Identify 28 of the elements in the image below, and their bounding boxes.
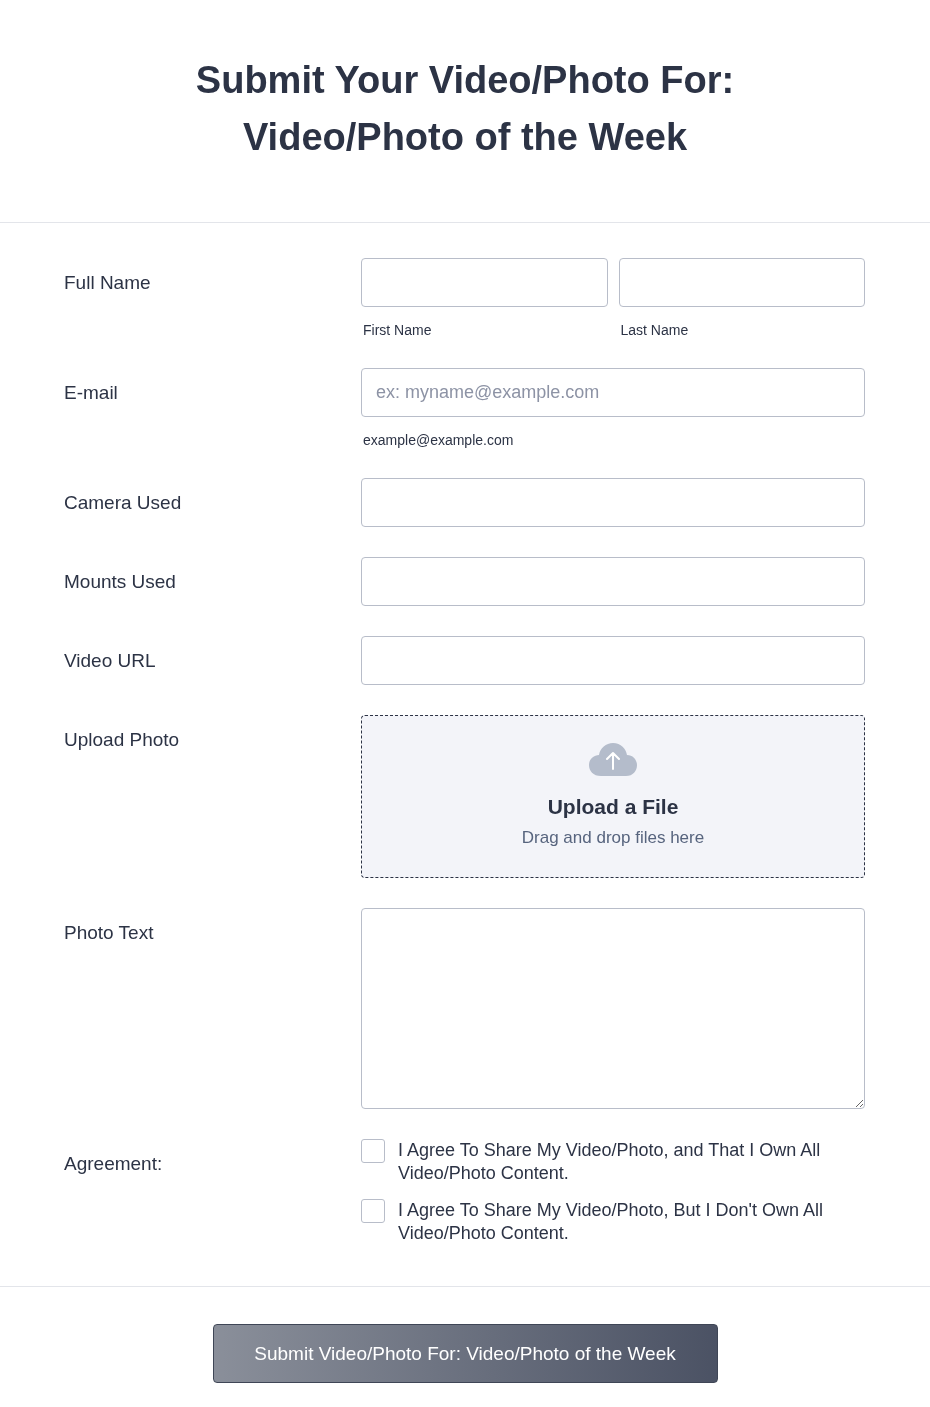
checkbox-label: I Agree To Share My Video/Photo, and That I Own All Video/Photo Content. <box>398 1139 822 1185</box>
field-label: Upload Photo <box>64 728 181 752</box>
sublabel: Last Name <box>620 322 690 338</box>
checkbox[interactable] <box>361 1199 385 1223</box>
field-label: E-mail <box>64 381 119 405</box>
upload-hint: Drag and drop files here <box>521 828 705 848</box>
field-label: Full Name <box>64 271 152 295</box>
field-label: Mounts Used <box>64 570 177 594</box>
email-field[interactable]: ex: myname@example.com <box>361 368 865 417</box>
submit-button[interactable]: Submit Video/Photo For: Video/Photo of the Week <box>212 1324 718 1383</box>
upload-heading: Upload a File <box>547 795 679 819</box>
checkbox[interactable] <box>361 1139 385 1163</box>
upload-dropzone[interactable]: Upload a File Drag and drop files here <box>361 715 865 878</box>
input-field[interactable] <box>361 636 865 685</box>
field-label: Video URL <box>64 649 157 673</box>
input-field[interactable] <box>361 258 608 307</box>
input-field[interactable] <box>618 258 865 307</box>
sublabel: example@example.com <box>363 432 515 448</box>
cloud-upload-icon <box>589 743 637 777</box>
field-label: Agreement: <box>64 1152 164 1176</box>
form-title: Submit Your Video/Photo For: Video/Photo of the Week <box>194 58 736 160</box>
checkbox-label: I Agree To Share My Video/Photo, But I Don't Own All Video/Photo Content. <box>398 1199 824 1245</box>
text-area[interactable] <box>361 908 865 1109</box>
input-field[interactable] <box>361 557 865 606</box>
input-field[interactable] <box>361 478 865 527</box>
sublabel: First Name <box>363 322 433 338</box>
field-label: Camera Used <box>64 491 183 515</box>
field-label: Photo Text <box>64 921 155 945</box>
